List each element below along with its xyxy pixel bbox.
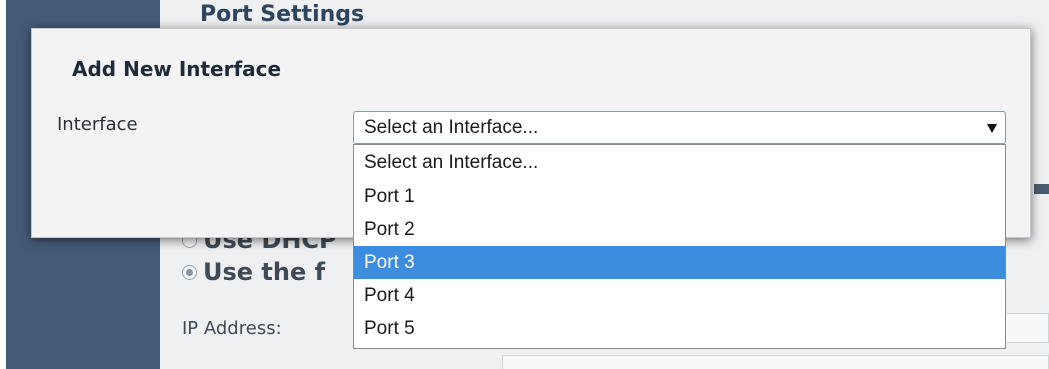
interface-select[interactable]: Select an Interface... (353, 111, 1006, 144)
option-port-1[interactable]: Port 1 (354, 180, 1005, 213)
interface-label: Interface (57, 114, 138, 135)
option-port-4[interactable]: Port 4 (354, 279, 1005, 312)
option-select-an-interface[interactable]: Select an Interface... (354, 145, 1005, 180)
option-port-5[interactable]: Port 5 (354, 312, 1005, 345)
option-port-3[interactable]: Port 3 (354, 246, 1005, 279)
select-value: Select an Interface... (364, 116, 539, 138)
section-title: Port Settings (200, 2, 365, 27)
next-field[interactable] (502, 355, 1049, 369)
ip-address-label: IP Address: (182, 318, 282, 339)
interface-dropdown-list: Select an Interface... Port 1 Port 2 Por… (353, 144, 1006, 349)
screen: Port Settings Use DHCP Use the f IP Addr… (0, 0, 1049, 369)
radio-button-checked[interactable] (182, 264, 197, 280)
radio-label: Use the f (203, 258, 326, 286)
dropdown-arrow-icon[interactable] (987, 124, 997, 133)
radio-option-fixed[interactable]: Use the f (182, 258, 325, 286)
panel-divider (1034, 184, 1049, 194)
dialog-title: Add New Interface (72, 57, 282, 81)
option-port-2[interactable]: Port 2 (354, 213, 1005, 246)
